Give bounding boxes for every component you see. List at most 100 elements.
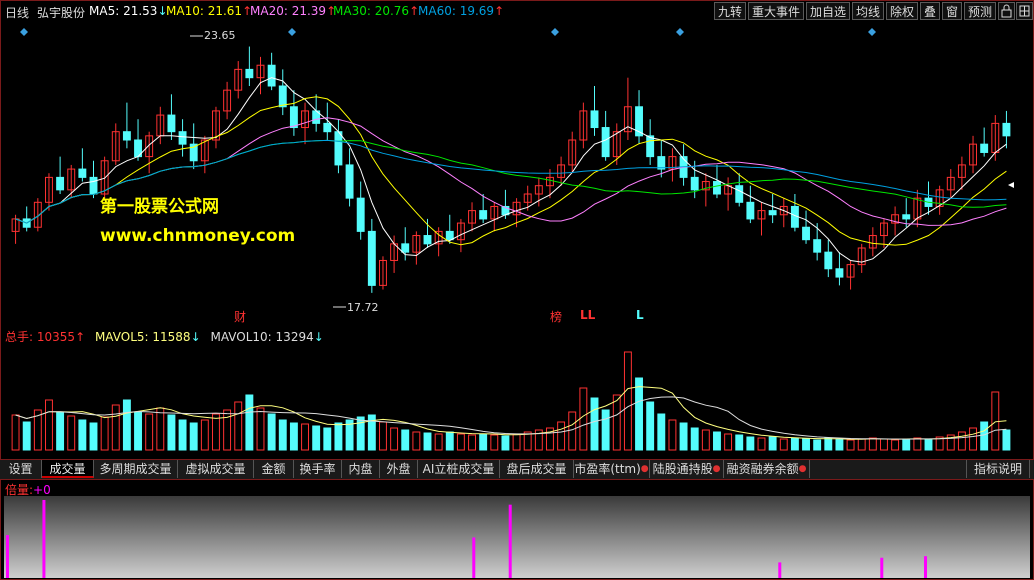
forecast-button[interactable]: 预测 bbox=[964, 2, 996, 20]
candle-body bbox=[56, 176, 65, 191]
volume-bar bbox=[635, 377, 643, 451]
lock-icon[interactable] bbox=[998, 2, 1015, 20]
add-watchlist-button[interactable]: 加自选 bbox=[806, 2, 850, 20]
candle-body bbox=[167, 114, 176, 133]
volume-chart[interactable] bbox=[0, 340, 1034, 459]
candle-body bbox=[78, 168, 87, 178]
tab-northbound-holdings[interactable]: 陆股通持股● bbox=[650, 460, 724, 478]
tab-margin-balance[interactable]: 融资融券余额● bbox=[724, 460, 810, 478]
volume-bar bbox=[22, 421, 31, 451]
candle-body bbox=[813, 239, 822, 253]
grid-menu-icon[interactable] bbox=[1016, 2, 1033, 20]
ma5-readout: MA5: 21.53↓ bbox=[89, 4, 168, 18]
candlestick-chart[interactable] bbox=[0, 22, 1034, 340]
candle-body bbox=[713, 181, 721, 195]
moving-average-button[interactable]: 均线 bbox=[852, 2, 884, 20]
volume-bar bbox=[100, 416, 109, 451]
candle-body bbox=[267, 64, 276, 87]
tab-settings[interactable]: 设置 bbox=[0, 460, 42, 478]
candle-body bbox=[334, 131, 343, 166]
volume-bar bbox=[312, 425, 321, 451]
tab-multi-period-volume[interactable]: 多周期成交量 bbox=[94, 460, 178, 478]
double-volume-spike bbox=[778, 562, 782, 578]
tab-amount[interactable]: 金额 bbox=[254, 460, 294, 478]
volume-bar bbox=[45, 399, 53, 451]
volume-bar bbox=[913, 437, 922, 451]
volume-bar bbox=[657, 413, 666, 451]
indicator-tab-bar: 设置 成交量 多周期成交量 虚拟成交量 金额 换手率 内盘 外盘 AI立桩成交量… bbox=[0, 459, 1034, 480]
volume-bar bbox=[490, 434, 499, 451]
candle-body bbox=[824, 251, 833, 270]
volume-bar bbox=[223, 409, 232, 451]
volume-bar bbox=[1002, 429, 1011, 451]
volume-bar bbox=[390, 427, 399, 451]
double-volume-spike bbox=[472, 537, 476, 578]
double-volume-indicator[interactable] bbox=[0, 478, 1034, 580]
nine-turn-button[interactable]: 九转 bbox=[714, 2, 746, 20]
dragon-tiger-marker[interactable]: 榜 bbox=[550, 308, 562, 325]
tab-virtual-volume[interactable]: 虚拟成交量 bbox=[178, 460, 254, 478]
tab-volume[interactable]: 成交量 bbox=[42, 460, 94, 478]
candle-body bbox=[590, 110, 599, 129]
candle-body bbox=[401, 243, 410, 253]
period-label[interactable]: 日线 bbox=[5, 4, 29, 21]
tab-after-hours-volume[interactable]: 盘后成交量 bbox=[500, 460, 574, 478]
tab-turnover-rate[interactable]: 换手率 bbox=[294, 460, 342, 478]
volume-bar bbox=[612, 394, 621, 451]
candle-body bbox=[601, 127, 610, 158]
indicator-help-button[interactable]: 指标说明 bbox=[966, 460, 1030, 478]
candle-body bbox=[646, 135, 655, 158]
volume-bar bbox=[846, 439, 855, 451]
volume-bar bbox=[902, 438, 911, 451]
candle-body bbox=[367, 230, 376, 286]
ma30-readout: MA30: 20.76↑ bbox=[333, 4, 420, 18]
financial-report-marker[interactable]: 财 bbox=[234, 308, 246, 325]
tab-pe-ttm[interactable]: 市盈率(ttm)● bbox=[574, 460, 650, 478]
candle-body bbox=[1002, 122, 1011, 137]
candle-body bbox=[768, 210, 777, 216]
overlay-button[interactable]: 叠 bbox=[920, 2, 940, 20]
candle-body bbox=[746, 201, 755, 220]
volume-bar bbox=[56, 411, 65, 451]
volume-bar bbox=[67, 415, 76, 451]
volume-bar bbox=[868, 437, 877, 451]
volume-bar bbox=[78, 419, 87, 451]
volume-bar bbox=[824, 437, 833, 451]
event-diamond-3 bbox=[676, 28, 684, 36]
candle-body bbox=[802, 226, 810, 241]
volume-bar bbox=[835, 438, 844, 451]
volume-bar bbox=[189, 422, 198, 451]
tab-outer-volume[interactable]: 外盘 bbox=[380, 460, 418, 478]
volume-bar bbox=[735, 434, 744, 451]
volume-bar bbox=[134, 411, 142, 451]
candle-body bbox=[479, 210, 488, 220]
l-marker[interactable]: L bbox=[636, 308, 644, 322]
ll-marker[interactable]: LL bbox=[580, 308, 595, 322]
volume-bar bbox=[11, 414, 20, 451]
event-diamond-2 bbox=[551, 28, 559, 36]
volume-bar bbox=[323, 427, 332, 451]
volume-bar bbox=[301, 423, 309, 451]
volume-bar bbox=[980, 421, 989, 451]
volume-bar bbox=[445, 431, 454, 451]
tab-inner-volume[interactable]: 内盘 bbox=[342, 460, 380, 478]
window-button[interactable]: 窗 bbox=[942, 2, 962, 20]
volume-bar bbox=[957, 431, 966, 451]
tab-ai-volume[interactable]: AI立桩成交量 bbox=[418, 460, 500, 478]
volume-bar bbox=[579, 387, 588, 451]
double-volume-readout: 倍量:+0 bbox=[5, 483, 51, 497]
volume-bar bbox=[713, 431, 721, 451]
major-events-button[interactable]: 重大事件 bbox=[748, 2, 804, 20]
volume-bar bbox=[969, 427, 977, 451]
volume-bar bbox=[512, 433, 521, 451]
volume-bar bbox=[880, 438, 888, 451]
volume-bar bbox=[178, 419, 187, 451]
volume-bar bbox=[379, 421, 387, 451]
candle-body bbox=[423, 235, 432, 245]
volume-bar bbox=[813, 439, 822, 451]
ex-rights-button[interactable]: 除权 bbox=[886, 2, 918, 20]
volume-bar bbox=[590, 397, 599, 451]
candle-body bbox=[356, 197, 365, 232]
current-price-marker bbox=[1008, 182, 1014, 188]
volume-bar bbox=[212, 413, 220, 451]
